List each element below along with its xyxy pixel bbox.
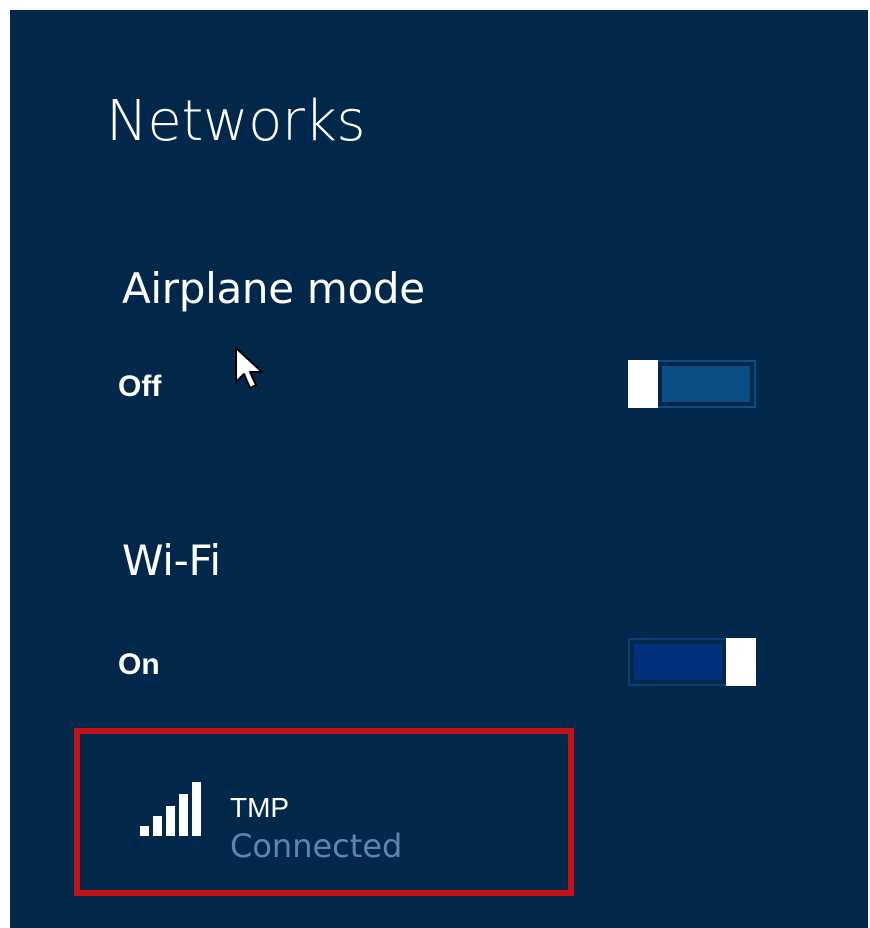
wifi-label: Wi-Fi: [122, 536, 221, 585]
networks-panel: Networks Airplane mode Off Wi-Fi On TMP …: [10, 10, 868, 928]
toggle-thumb[interactable]: [628, 360, 658, 408]
airplane-mode-state: Off: [118, 370, 162, 403]
airplane-mode-toggle[interactable]: [628, 360, 756, 408]
toggle-track: [662, 366, 750, 402]
toggle-track: [634, 644, 722, 680]
toggle-thumb[interactable]: [726, 638, 756, 686]
wifi-state: On: [118, 648, 160, 681]
network-item-tmp[interactable]: TMP Connected: [74, 728, 574, 896]
page-title: Networks: [106, 89, 366, 154]
mouse-cursor-icon: [235, 347, 263, 389]
wifi-toggle[interactable]: [628, 638, 756, 686]
network-name: TMP: [230, 792, 290, 823]
signal-strength-icon: [140, 782, 201, 836]
network-status: Connected: [230, 827, 403, 865]
airplane-mode-label: Airplane mode: [122, 264, 425, 313]
